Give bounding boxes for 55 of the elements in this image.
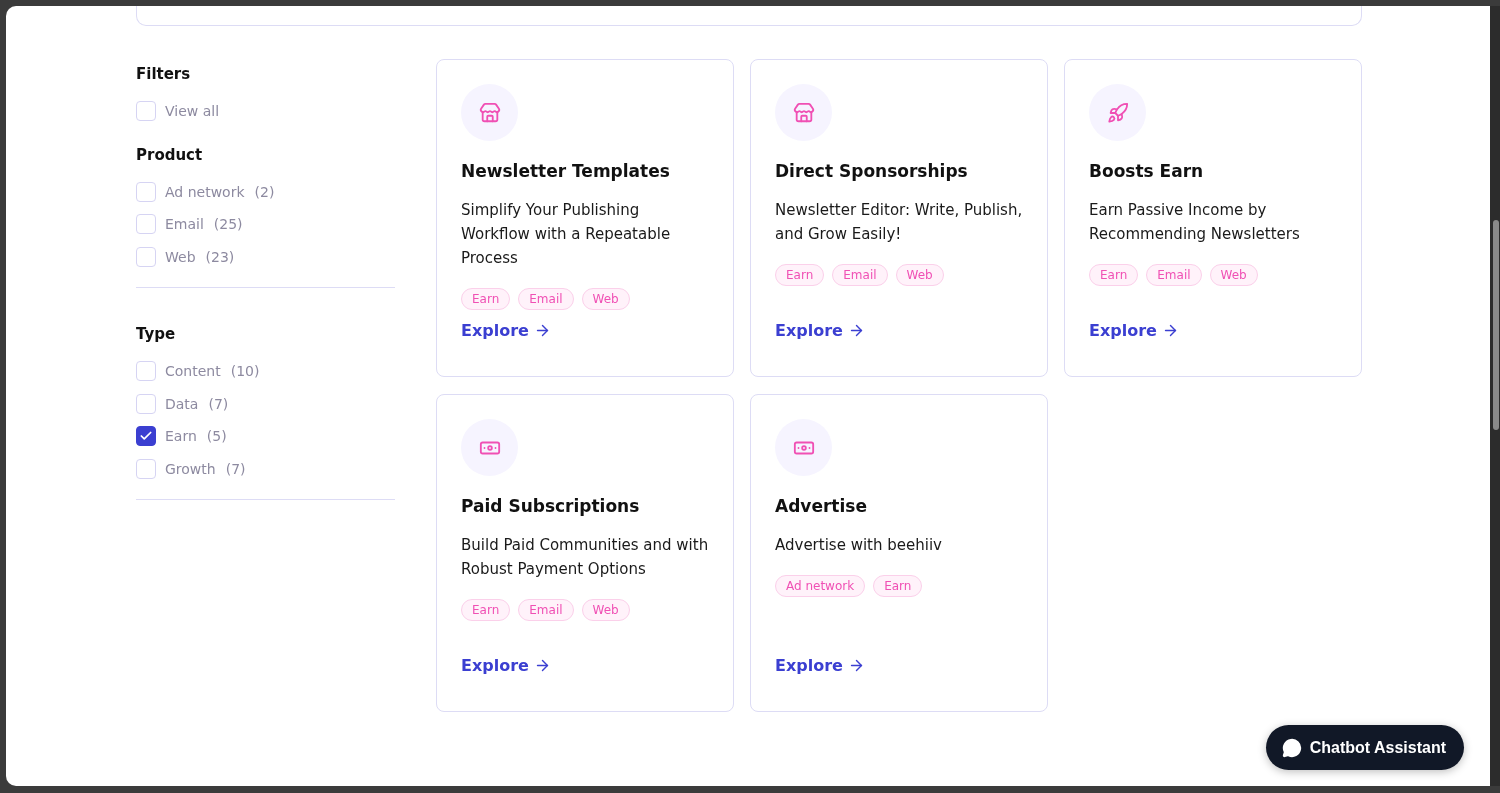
filter-option-label[interactable]: Earn xyxy=(165,428,197,445)
storefront-icon xyxy=(792,101,815,124)
card-title: Advertise xyxy=(775,496,868,516)
tag: Email xyxy=(518,288,574,310)
card-description: Advertise with beehiiv xyxy=(775,535,943,556)
filter-option-label[interactable]: Email xyxy=(165,216,204,233)
explore-link[interactable]: Explore xyxy=(775,656,865,675)
scrollbar-thumb[interactable] xyxy=(1493,220,1499,430)
tag: Web xyxy=(581,288,630,310)
filter-option-label[interactable]: Data xyxy=(165,395,199,412)
tag: Web xyxy=(581,599,630,621)
card-title: Newsletter Templates xyxy=(461,161,671,181)
tag: Email xyxy=(1146,264,1202,286)
explore-link[interactable]: Explore xyxy=(461,321,551,340)
filter-count: (7) xyxy=(208,395,229,412)
tag: Earn xyxy=(461,599,511,621)
card-description: Earn Passive Income by Recommending Newsletters xyxy=(1089,200,1301,245)
checkbox[interactable] xyxy=(136,426,156,447)
explore-link[interactable]: Explore xyxy=(461,656,551,675)
explore-link[interactable]: Explore xyxy=(775,321,865,340)
chat-bubble-icon xyxy=(1281,737,1302,758)
rocket-icon xyxy=(1106,101,1129,124)
explore-link[interactable]: Explore xyxy=(1089,321,1179,340)
filter-group-heading: Type xyxy=(136,325,177,343)
filter-count: (23) xyxy=(205,248,235,265)
filters-heading: Filters xyxy=(136,65,192,83)
tag: Web xyxy=(895,264,944,286)
filter-count: (2) xyxy=(254,183,275,200)
search-field[interactable] xyxy=(136,6,1362,26)
card-title: Paid Subscriptions xyxy=(461,496,641,516)
filter-option-label[interactable]: View all xyxy=(165,103,220,120)
filter-option-label[interactable]: Growth xyxy=(165,460,216,477)
card-title: Direct Sponsorships xyxy=(775,161,969,181)
tag: Email xyxy=(518,599,574,621)
filter-option-label[interactable]: Content xyxy=(165,363,221,380)
tag: Ad network xyxy=(775,575,866,597)
filter-count: (5) xyxy=(206,428,227,445)
storefront-icon xyxy=(478,101,501,124)
tag: Earn xyxy=(873,575,923,597)
card-description: Build Paid Communities and with Robust Payment Options xyxy=(461,535,710,580)
tag: Earn xyxy=(1089,264,1139,286)
chatbot-button[interactable]: Chatbot Assistant xyxy=(1265,725,1464,770)
filter-option-label[interactable]: Ad network xyxy=(165,183,245,200)
filter-option-label[interactable]: Web xyxy=(165,248,196,265)
filter-group-heading: Product xyxy=(136,145,204,164)
card-title: Boosts Earn xyxy=(1089,161,1205,181)
filter-count: (10) xyxy=(230,363,260,380)
card-description: Simplify Your Publishing Workflow with a Repeatable Process xyxy=(461,200,672,269)
tag: Web xyxy=(1209,264,1258,286)
filter-count: (25) xyxy=(213,216,243,233)
card-description: Newsletter Editor: Write, Publish, and Grow Easily! xyxy=(775,200,1024,245)
tag: Earn xyxy=(461,288,511,310)
tag: Earn xyxy=(775,264,825,286)
filter-count: (7) xyxy=(225,460,246,477)
tag: Email xyxy=(832,264,888,286)
